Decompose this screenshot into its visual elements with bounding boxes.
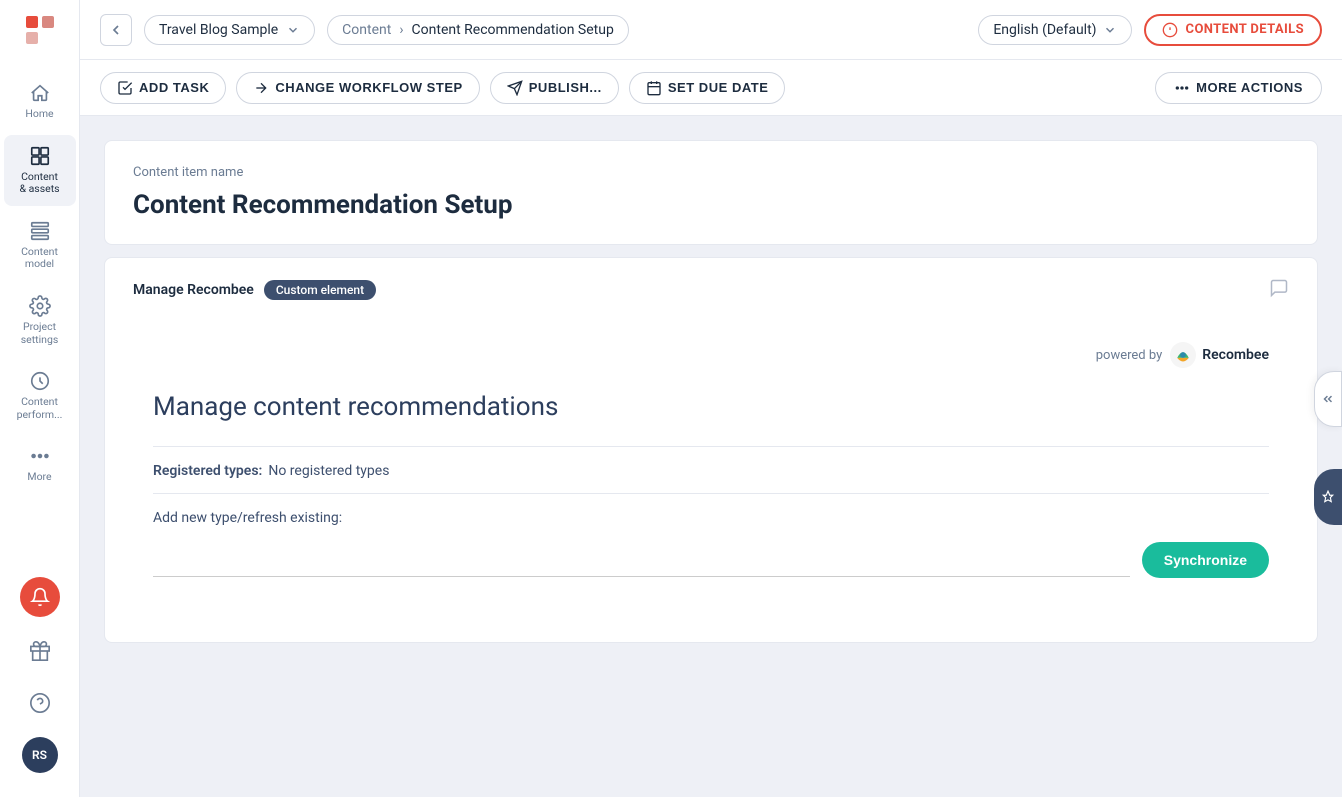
add-task-button[interactable]: ADD TASK (100, 72, 226, 104)
custom-element-content: Manage Recombee Custom element powered b… (105, 258, 1317, 642)
arrow-right-icon (253, 80, 269, 96)
divider-1 (153, 446, 1269, 447)
help-button[interactable] (22, 685, 58, 721)
set-due-date-button[interactable]: SET DUE DATE (629, 72, 786, 104)
recombee-panel: powered by Recombee (133, 322, 1289, 622)
pin-icon (1321, 490, 1335, 504)
breadcrumb: Content › Content Recommendation Setup (327, 15, 629, 45)
breadcrumb-separator: › (399, 22, 403, 38)
sidebar-item-more-label: More (27, 471, 51, 484)
sidebar-item-more[interactable]: More (4, 435, 76, 494)
publish-button[interactable]: PUBLISH... (490, 72, 619, 104)
custom-element-badge: Custom element (264, 280, 376, 300)
change-workflow-step-button[interactable]: CHANGE WORKFLOW STEP (236, 72, 479, 104)
notification-button[interactable] (20, 577, 60, 617)
back-button[interactable] (100, 14, 132, 46)
content-name-label: Content item name (133, 165, 1289, 180)
info-icon (1162, 22, 1178, 38)
sidebar-item-project-settings[interactable]: Project settings (4, 285, 76, 356)
registered-types-row: Registered types: No registered types (153, 463, 1269, 479)
content-details-button[interactable]: CONTENT DETAILS (1144, 14, 1322, 46)
recombee-logo-icon (1170, 342, 1196, 368)
chevrons-left-icon (1321, 392, 1335, 406)
sidebar-item-content-perf[interactable]: Contentperform... (4, 360, 76, 431)
check-square-icon (117, 80, 133, 96)
element-title: Manage Recombee (133, 282, 254, 298)
main-area: Travel Blog Sample Content › Content Rec… (80, 0, 1342, 797)
recombee-logo: Recombee (1170, 342, 1269, 368)
main-wrapper: Content item name Content Recommendation… (80, 116, 1342, 797)
content-name-value: Content Recommendation Setup (133, 190, 1289, 220)
sidebar-item-content-assets-label: Content& assets (19, 171, 59, 196)
chevron-down-icon (286, 23, 300, 37)
content-details-label: CONTENT DETAILS (1186, 22, 1304, 37)
powered-by-label: powered by (1096, 348, 1163, 363)
gift-button[interactable] (22, 633, 58, 669)
language-label: English (Default) (993, 22, 1096, 38)
add-new-label: Add new type/refresh existing: (153, 510, 1269, 526)
sidebar-item-content-model[interactable]: Contentmodel (4, 210, 76, 281)
send-icon (507, 80, 523, 96)
sync-input[interactable] (153, 544, 1130, 577)
calendar-icon (646, 80, 662, 96)
sidebar-item-home-label: Home (25, 108, 53, 121)
sidebar-bottom: RS (20, 577, 60, 785)
manage-title: Manage content recommendations (153, 392, 1269, 422)
pin-panel-button[interactable] (1314, 469, 1342, 525)
sidebar-item-content-assets[interactable]: Content& assets (4, 135, 76, 206)
topbar: Travel Blog Sample Content › Content Rec… (80, 0, 1342, 60)
language-selector[interactable]: English (Default) (978, 15, 1131, 45)
content-name-card: Content item name Content Recommendation… (104, 140, 1318, 245)
sidebar-item-home[interactable]: Home (4, 72, 76, 131)
custom-element-card: Manage Recombee Custom element powered b… (104, 257, 1318, 643)
recombee-header: powered by Recombee (153, 342, 1269, 368)
recombee-name: Recombee (1202, 347, 1269, 363)
custom-element-header: Manage Recombee Custom element (133, 278, 1289, 302)
sidebar-item-project-settings-label: Project settings (10, 321, 70, 346)
user-avatar[interactable]: RS (22, 737, 58, 773)
collapse-panel-button[interactable] (1314, 371, 1342, 427)
project-selector[interactable]: Travel Blog Sample (144, 15, 315, 45)
sidebar: Home Content& assets Contentmodel Projec… (0, 0, 80, 797)
breadcrumb-page: Content Recommendation Setup (412, 22, 614, 38)
sidebar-item-content-perf-label: Contentperform... (17, 396, 63, 421)
divider-2 (153, 493, 1269, 494)
app-logo[interactable] (22, 12, 58, 52)
registered-types-label: Registered types: (153, 463, 262, 479)
synchronize-button[interactable]: Synchronize (1142, 542, 1269, 578)
chevron-down-icon (1103, 23, 1117, 37)
comment-icon[interactable] (1269, 278, 1289, 302)
more-horizontal-icon (1174, 80, 1190, 96)
content-area: Content item name Content Recommendation… (80, 116, 1342, 797)
project-name: Travel Blog Sample (159, 22, 278, 38)
breadcrumb-section: Content (342, 22, 391, 38)
sidebar-item-content-model-label: Contentmodel (21, 246, 58, 271)
toolbar: ADD TASK CHANGE WORKFLOW STEP PUBLISH... (80, 60, 1342, 116)
more-actions-button[interactable]: MORE ACTIONS (1155, 72, 1322, 104)
input-sync-row: Synchronize (153, 542, 1269, 578)
registered-types-value: No registered types (268, 463, 389, 479)
